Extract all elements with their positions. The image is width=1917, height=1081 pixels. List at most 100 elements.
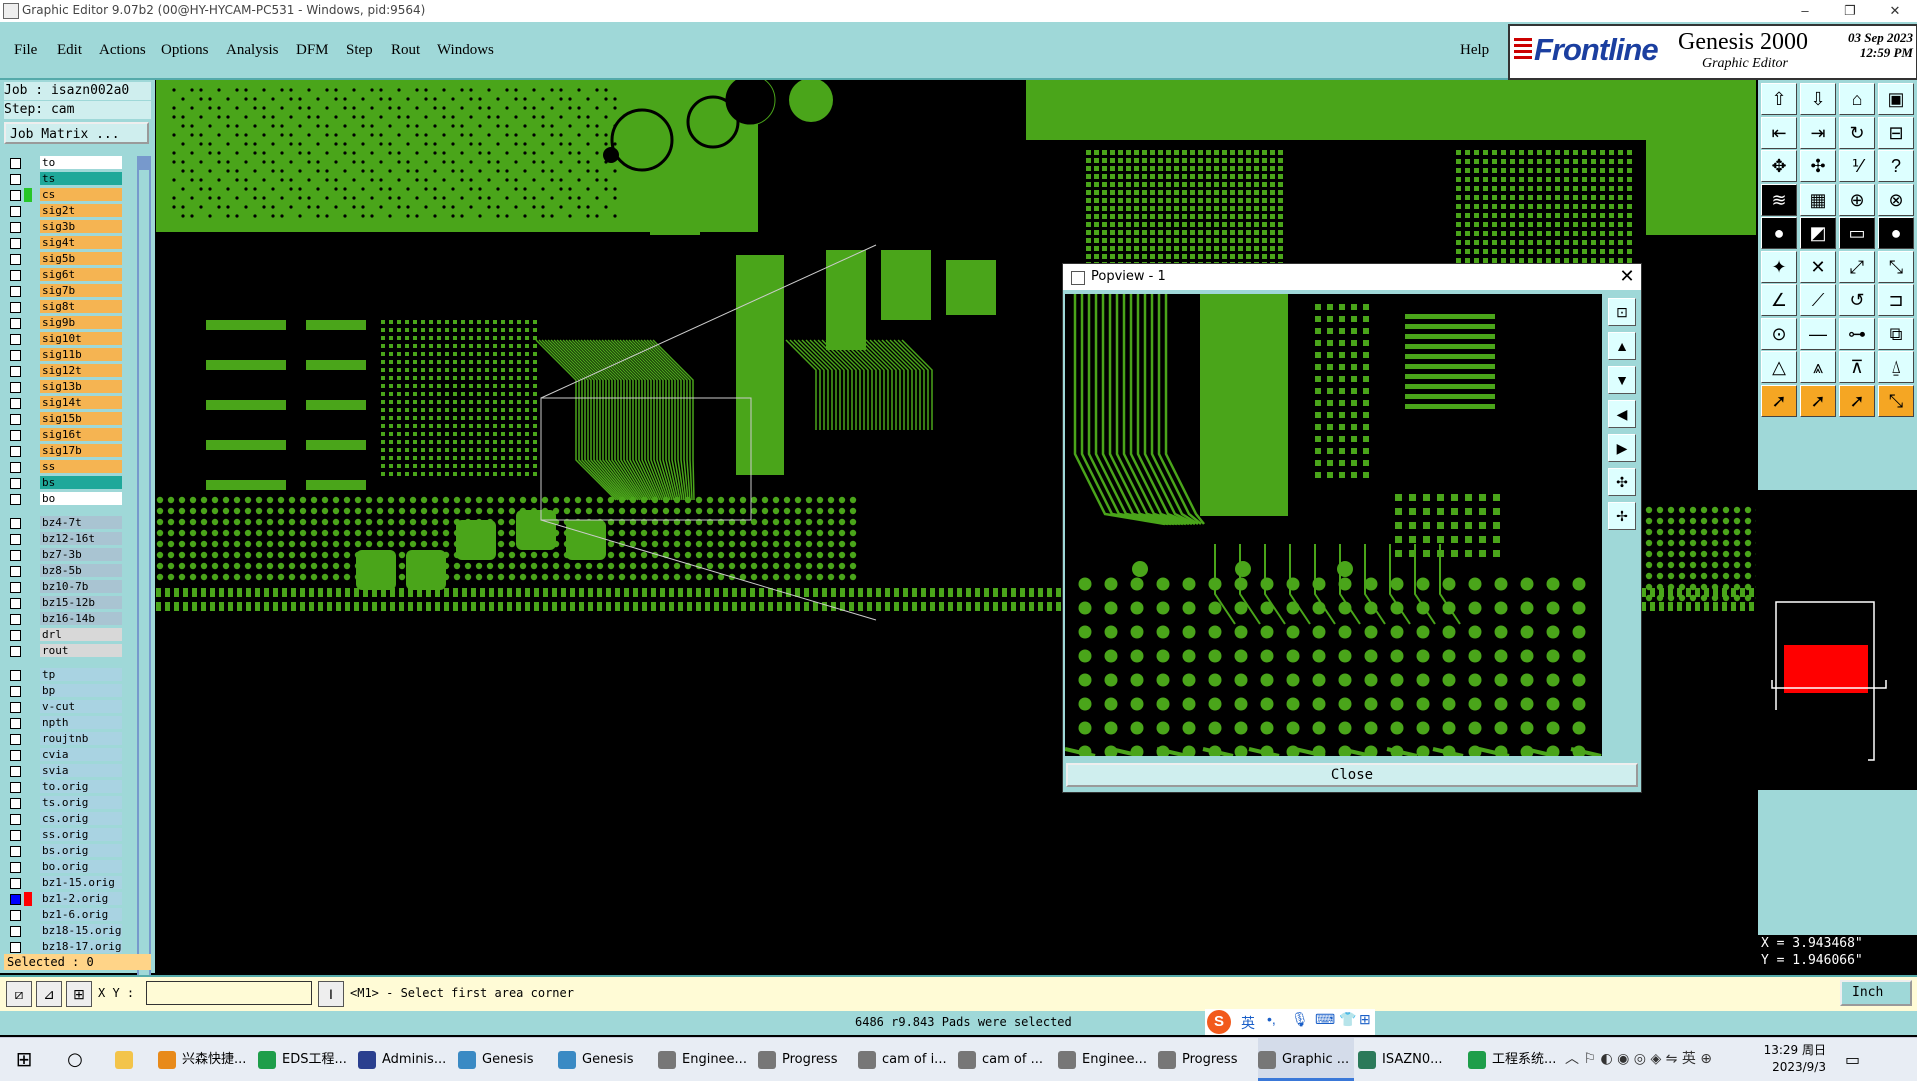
- move-icon[interactable]: ⇤: [1761, 117, 1797, 149]
- layer-checkbox[interactable]: [10, 646, 21, 657]
- layer-row[interactable]: cvia: [4, 748, 124, 762]
- layer-color-swatch[interactable]: [24, 644, 32, 658]
- layer-name[interactable]: bo: [40, 492, 122, 505]
- zoom-out-icon[interactable]: ✢: [1608, 502, 1636, 530]
- layer-row[interactable]: rout: [4, 644, 124, 658]
- layer-color-swatch[interactable]: [24, 396, 32, 410]
- layer-row[interactable]: bz10-7b: [4, 580, 124, 594]
- layer-row[interactable]: sig8t: [4, 300, 124, 314]
- layer-name[interactable]: sig16t: [40, 428, 122, 441]
- grid-icon[interactable]: ⊞: [66, 981, 92, 1007]
- layer-row[interactable]: roujtnb: [4, 732, 124, 746]
- layer-checkbox[interactable]: [10, 518, 21, 529]
- layer-color-swatch[interactable]: [24, 236, 32, 250]
- layer-checkbox[interactable]: [10, 862, 21, 873]
- join-icon[interactable]: ⤢: [1839, 251, 1875, 283]
- layer-checkbox[interactable]: [10, 846, 21, 857]
- layer-name[interactable]: sig7b: [40, 284, 122, 297]
- layer-color-swatch[interactable]: [24, 444, 32, 458]
- layer-row[interactable]: sig2t: [4, 204, 124, 218]
- layer-name[interactable]: sig12t: [40, 364, 122, 377]
- close-button[interactable]: ✕: [1875, 1, 1915, 21]
- layer-row[interactable]: v-cut: [4, 700, 124, 714]
- layer-row[interactable]: sig15b: [4, 412, 124, 426]
- layer-color-swatch[interactable]: [24, 172, 32, 186]
- taskbar-app[interactable]: Progress: [758, 1038, 854, 1081]
- layer-name[interactable]: rout: [40, 644, 122, 657]
- layer-row[interactable]: bz7-3b: [4, 548, 124, 562]
- layer-checkbox[interactable]: [10, 942, 21, 953]
- add-pad-icon[interactable]: ✦: [1761, 251, 1797, 283]
- keyboard-icon[interactable]: ⌨: [1315, 1011, 1335, 1028]
- layer-row[interactable]: sig16t: [4, 428, 124, 442]
- layer-color-swatch[interactable]: [24, 548, 32, 562]
- home-icon[interactable]: ⌂: [1839, 83, 1875, 115]
- layer-row[interactable]: sig9b: [4, 316, 124, 330]
- pan-right-icon[interactable]: ▶: [1608, 434, 1636, 462]
- file-explorer-icon[interactable]: [112, 1038, 142, 1081]
- layer-color-swatch[interactable]: [24, 812, 32, 826]
- restore-button[interactable]: ❐: [1830, 1, 1870, 21]
- layer-scrollbar[interactable]: [137, 156, 151, 1026]
- taskbar-app[interactable]: EDS工程...: [258, 1038, 354, 1081]
- layer-color-swatch[interactable]: [24, 348, 32, 362]
- layer-color-swatch[interactable]: [24, 412, 32, 426]
- layer-row[interactable]: bs: [4, 476, 124, 490]
- layer-color-swatch[interactable]: [24, 460, 32, 474]
- layer-row[interactable]: bz1-6.orig: [4, 908, 124, 922]
- layer-color-swatch[interactable]: [24, 364, 32, 378]
- layer-name[interactable]: v-cut: [40, 700, 122, 713]
- route-icon[interactable]: ⊗: [1878, 184, 1914, 216]
- layer-checkbox[interactable]: [10, 222, 21, 233]
- zoom-window-icon[interactable]: ⊡: [1608, 298, 1636, 326]
- layer-name[interactable]: bz12-16t: [40, 532, 122, 545]
- layer-checkbox[interactable]: [10, 302, 21, 313]
- layer-name[interactable]: cs.orig: [40, 812, 122, 825]
- angle-icon[interactable]: ∠: [1761, 284, 1797, 316]
- layer-checkbox[interactable]: [10, 830, 21, 841]
- layer-row[interactable]: ss: [4, 460, 124, 474]
- frame-icon[interactable]: ▣: [1878, 83, 1914, 115]
- layer-name[interactable]: bz18-17.orig: [40, 940, 122, 953]
- ime-punct-icon[interactable]: •,: [1267, 1011, 1276, 1027]
- layer-row[interactable]: bz1-15.orig: [4, 876, 124, 890]
- layer-checkbox[interactable]: [10, 630, 21, 641]
- layer-row[interactable]: cs.orig: [4, 812, 124, 826]
- undo-icon[interactable]: ⇧: [1761, 83, 1797, 115]
- layer-checkbox[interactable]: [10, 814, 21, 825]
- layer-row[interactable]: bz16-14b: [4, 612, 124, 626]
- notification-icon[interactable]: ▭: [1845, 1038, 1869, 1081]
- layer-name[interactable]: bz16-14b: [40, 612, 122, 625]
- curve-icon[interactable]: ↺: [1839, 284, 1875, 316]
- layer-name[interactable]: sig13b: [40, 380, 122, 393]
- layer-name[interactable]: sig8t: [40, 300, 122, 313]
- layer-name[interactable]: tp: [40, 668, 122, 681]
- layer-name[interactable]: cvia: [40, 748, 122, 761]
- zoom-in-icon[interactable]: ✣: [1608, 468, 1636, 496]
- dash-icon[interactable]: —: [1800, 318, 1836, 350]
- layer-checkbox[interactable]: [10, 798, 21, 809]
- layer-row[interactable]: ts.orig: [4, 796, 124, 810]
- layer-color-swatch[interactable]: [24, 188, 32, 202]
- layer-color-swatch[interactable]: [24, 860, 32, 874]
- split-icon[interactable]: ⊟: [1878, 117, 1914, 149]
- layer-color-swatch[interactable]: [24, 668, 32, 682]
- pan-down-icon[interactable]: ▼: [1608, 366, 1636, 394]
- layer-checkbox[interactable]: [10, 462, 21, 473]
- ime-lang[interactable]: 英: [1241, 1013, 1255, 1033]
- layer-row[interactable]: ss.orig: [4, 828, 124, 842]
- menu-actions[interactable]: Actions: [99, 42, 146, 59]
- shape-icon[interactable]: ⧉: [1878, 318, 1914, 350]
- layer-row[interactable]: to.orig: [4, 780, 124, 794]
- layer-color-swatch[interactable]: [24, 764, 32, 778]
- taskbar-app[interactable]: ISAZN0...: [1358, 1038, 1454, 1081]
- layer-color-swatch[interactable]: [24, 796, 32, 810]
- menu-analysis[interactable]: Analysis: [226, 42, 279, 59]
- layer-name[interactable]: bz10-7b: [40, 580, 122, 593]
- layer-checkbox[interactable]: [10, 446, 21, 457]
- layer-color-swatch[interactable]: [24, 892, 32, 906]
- layer-name[interactable]: bs: [40, 476, 122, 489]
- menu-file[interactable]: File: [14, 42, 37, 59]
- pad-circle-icon[interactable]: ⊙: [1761, 318, 1797, 350]
- layer-row[interactable]: sig14t: [4, 396, 124, 410]
